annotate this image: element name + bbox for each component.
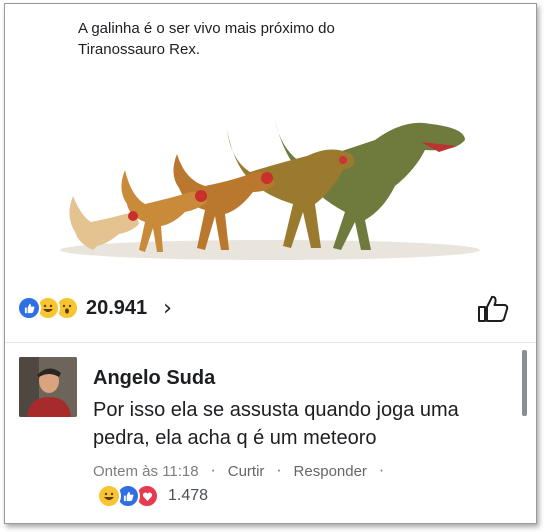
like-icon — [17, 296, 41, 320]
separator: · — [210, 462, 216, 480]
comment-meta: Ontem às 11:18 · Curtir · Responder · — [93, 462, 392, 480]
reply-comment-link[interactable]: Responder — [294, 463, 367, 480]
like-comment-link[interactable]: Curtir — [228, 463, 265, 480]
post-reaction-count[interactable]: 20.941 — [86, 297, 147, 320]
comment-text: Por isso ela se assusta quando joga uma … — [93, 399, 459, 449]
divider — [5, 342, 536, 343]
post-reactions-bar[interactable]: 20.941 › — [17, 294, 172, 322]
post-text: A galinha é o ser vivo mais próximo do T… — [78, 20, 335, 58]
separator: · — [379, 462, 384, 480]
scrollbar[interactable] — [522, 350, 527, 416]
comment-timestamp[interactable]: Ontem às 11:18 — [93, 463, 199, 480]
like-button[interactable] — [476, 294, 510, 324]
screenshot-frame: A galinha é o ser vivo mais próximo do T… — [4, 3, 537, 524]
comment-reaction-count[interactable]: 1.478 — [168, 487, 208, 505]
chevron-right-icon[interactable]: › — [163, 296, 172, 321]
avatar[interactable] — [19, 357, 77, 417]
comment-author[interactable]: Angelo Suda — [93, 367, 215, 390]
comment-reactions-bar[interactable]: 1.478 — [97, 484, 208, 508]
haha-icon — [97, 484, 121, 508]
separator: · — [276, 462, 282, 480]
chicken-to-trex-evolution-image — [60, 120, 480, 260]
